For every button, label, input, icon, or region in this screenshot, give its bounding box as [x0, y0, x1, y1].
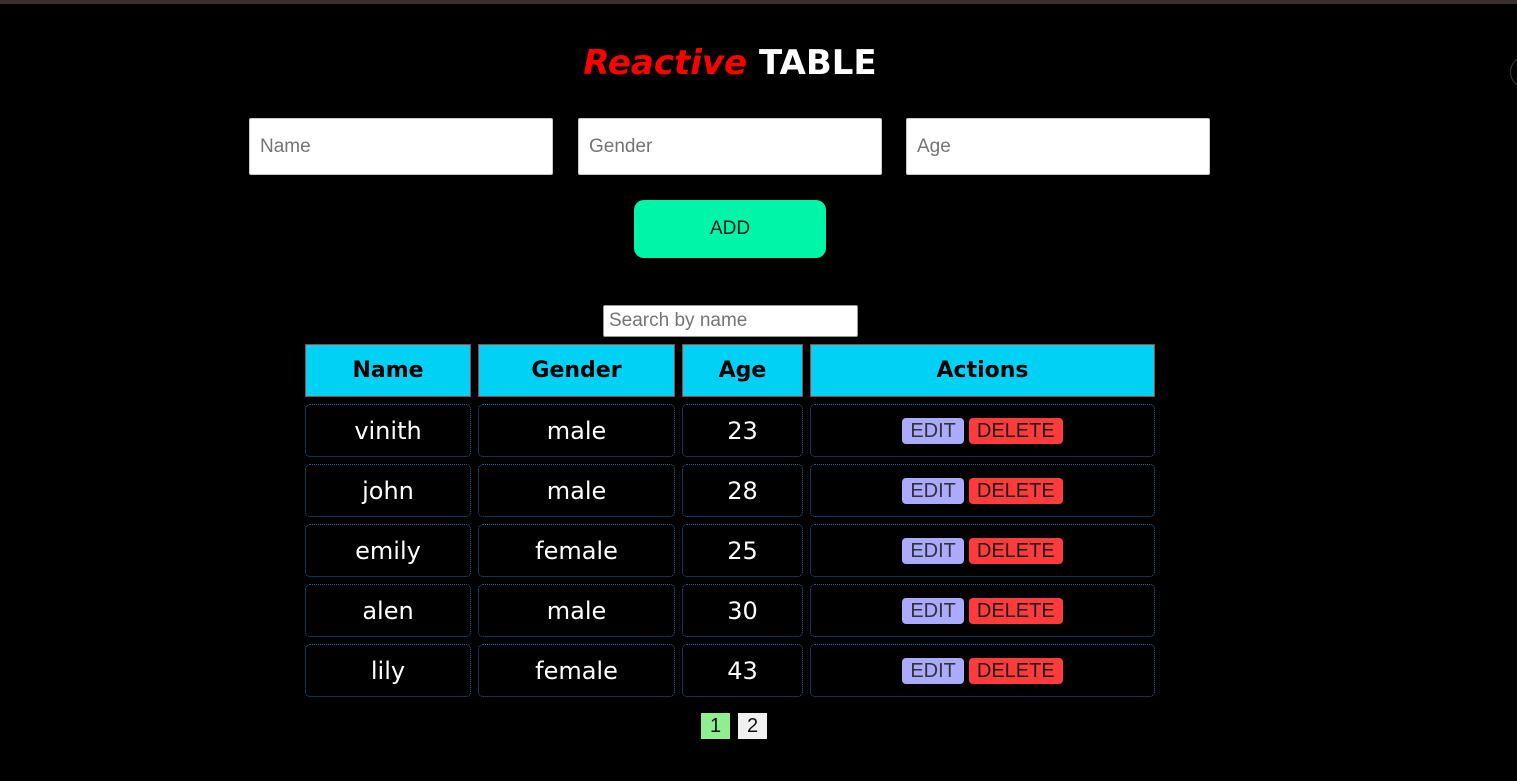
cell-gender: male: [478, 584, 675, 637]
cell-actions: EDIT DELETE: [810, 584, 1155, 637]
cell-actions: EDIT DELETE: [810, 404, 1155, 457]
window-top-border: [0, 0, 1517, 4]
edge-circle-icon: [1510, 56, 1517, 88]
cell-gender: male: [478, 404, 675, 457]
cell-age: 30: [682, 584, 803, 637]
cell-name: vinith: [305, 404, 471, 457]
column-header-age: Age: [682, 344, 803, 397]
cell-actions: EDIT DELETE: [810, 524, 1155, 577]
cell-name: alen: [305, 584, 471, 637]
gender-input[interactable]: [578, 118, 882, 175]
name-input[interactable]: [249, 118, 553, 175]
cell-age: 28: [682, 464, 803, 517]
add-button[interactable]: ADD: [634, 200, 826, 258]
edit-button[interactable]: EDIT: [902, 477, 964, 504]
page-title: Reactive TABLE: [0, 40, 1460, 86]
cell-age: 23: [682, 404, 803, 457]
cell-age: 25: [682, 524, 803, 577]
delete-button[interactable]: DELETE: [968, 417, 1063, 444]
cell-gender: female: [478, 644, 675, 697]
search-input[interactable]: [603, 305, 858, 337]
cell-gender: male: [478, 464, 675, 517]
cell-gender: female: [478, 524, 675, 577]
cell-age: 43: [682, 644, 803, 697]
cell-actions: EDIT DELETE: [810, 464, 1155, 517]
page-button-2[interactable]: 2: [738, 713, 767, 739]
edit-button[interactable]: EDIT: [902, 597, 964, 624]
cell-name: john: [305, 464, 471, 517]
cell-actions: EDIT DELETE: [810, 644, 1155, 697]
age-input[interactable]: [906, 118, 1210, 175]
title-accent-text: Reactive: [583, 43, 748, 83]
edit-button[interactable]: EDIT: [902, 537, 964, 564]
edit-button[interactable]: EDIT: [902, 657, 964, 684]
page-button-1[interactable]: 1: [701, 713, 730, 739]
column-header-actions: Actions: [810, 344, 1155, 397]
delete-button[interactable]: DELETE: [968, 477, 1063, 504]
column-header-name: Name: [305, 344, 471, 397]
delete-button[interactable]: DELETE: [968, 597, 1063, 624]
cell-name: lily: [305, 644, 471, 697]
delete-button[interactable]: DELETE: [968, 657, 1063, 684]
delete-button[interactable]: DELETE: [968, 537, 1063, 564]
cell-name: emily: [305, 524, 471, 577]
column-header-gender: Gender: [478, 344, 675, 397]
title-main-text: TABLE: [758, 43, 877, 83]
edit-button[interactable]: EDIT: [902, 417, 964, 444]
